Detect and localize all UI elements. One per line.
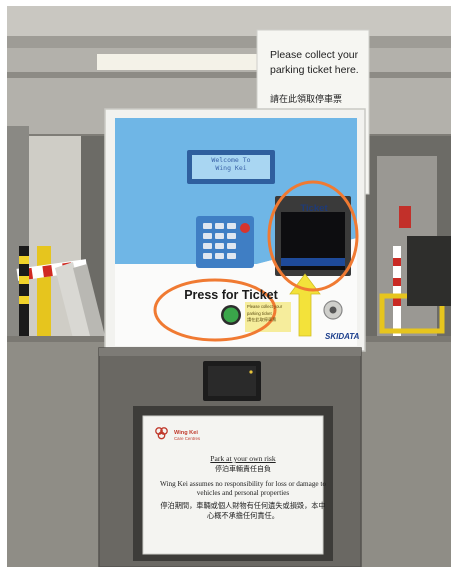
welcome-display-text: Welcome To Wing Kei [192,156,270,182]
ticket-machine [104,108,366,352]
cancel-key[interactable] [240,223,250,233]
notice-title: Park at your own risk [210,454,276,463]
keypad[interactable] [196,216,254,268]
parking-ticket-machine-photo: Welcome To Wing Kei Ticket Press for Tic… [7,6,451,567]
sign-line-1: Please collect your [270,49,359,61]
sticker-line-3: 請在此取停車票 [247,317,277,323]
ticket-label: Ticket [300,203,328,214]
display-line-1: Welcome To [211,156,251,164]
notice-body-english: Wing Kei assumes no responsibility for l… [160,480,326,497]
yellow-post [37,246,51,341]
sign-english-text: Please collect your parking ticket here. [270,48,374,78]
display-line-2: Wing Kei [215,164,247,172]
notice-title-chinese: 停泊車輛責任自負 [215,465,271,473]
press-for-ticket-label: Press for Ticket [184,288,278,302]
press-for-ticket-button[interactable] [223,307,239,323]
sign-chinese-text: 請在此領取停車票 [270,95,343,105]
ceiling-light [97,54,257,70]
sign-line-2: parking ticket here. [270,64,359,76]
notice-body-chinese: 停泊期間，車輛或個人財物有任何遺失或損毀，本中心概不承擔任何責任。 [160,501,326,520]
sticker-text: Please collect your parking ticket 請在此取停… [247,304,289,324]
sticker-line-1: Please collect your [247,304,283,309]
brand-logo-text: SKIDATA [325,332,360,341]
ceiling-pipe [7,72,451,78]
logo-line-2: Care Centres [174,436,201,441]
ceiling-beam [7,36,451,48]
red-sign [399,206,411,228]
notice-text: Park at your own risk 停泊車輛責任自負 Wing Kei … [157,454,329,521]
notice-logo-text: Wing Kei Care Centres [174,430,234,442]
